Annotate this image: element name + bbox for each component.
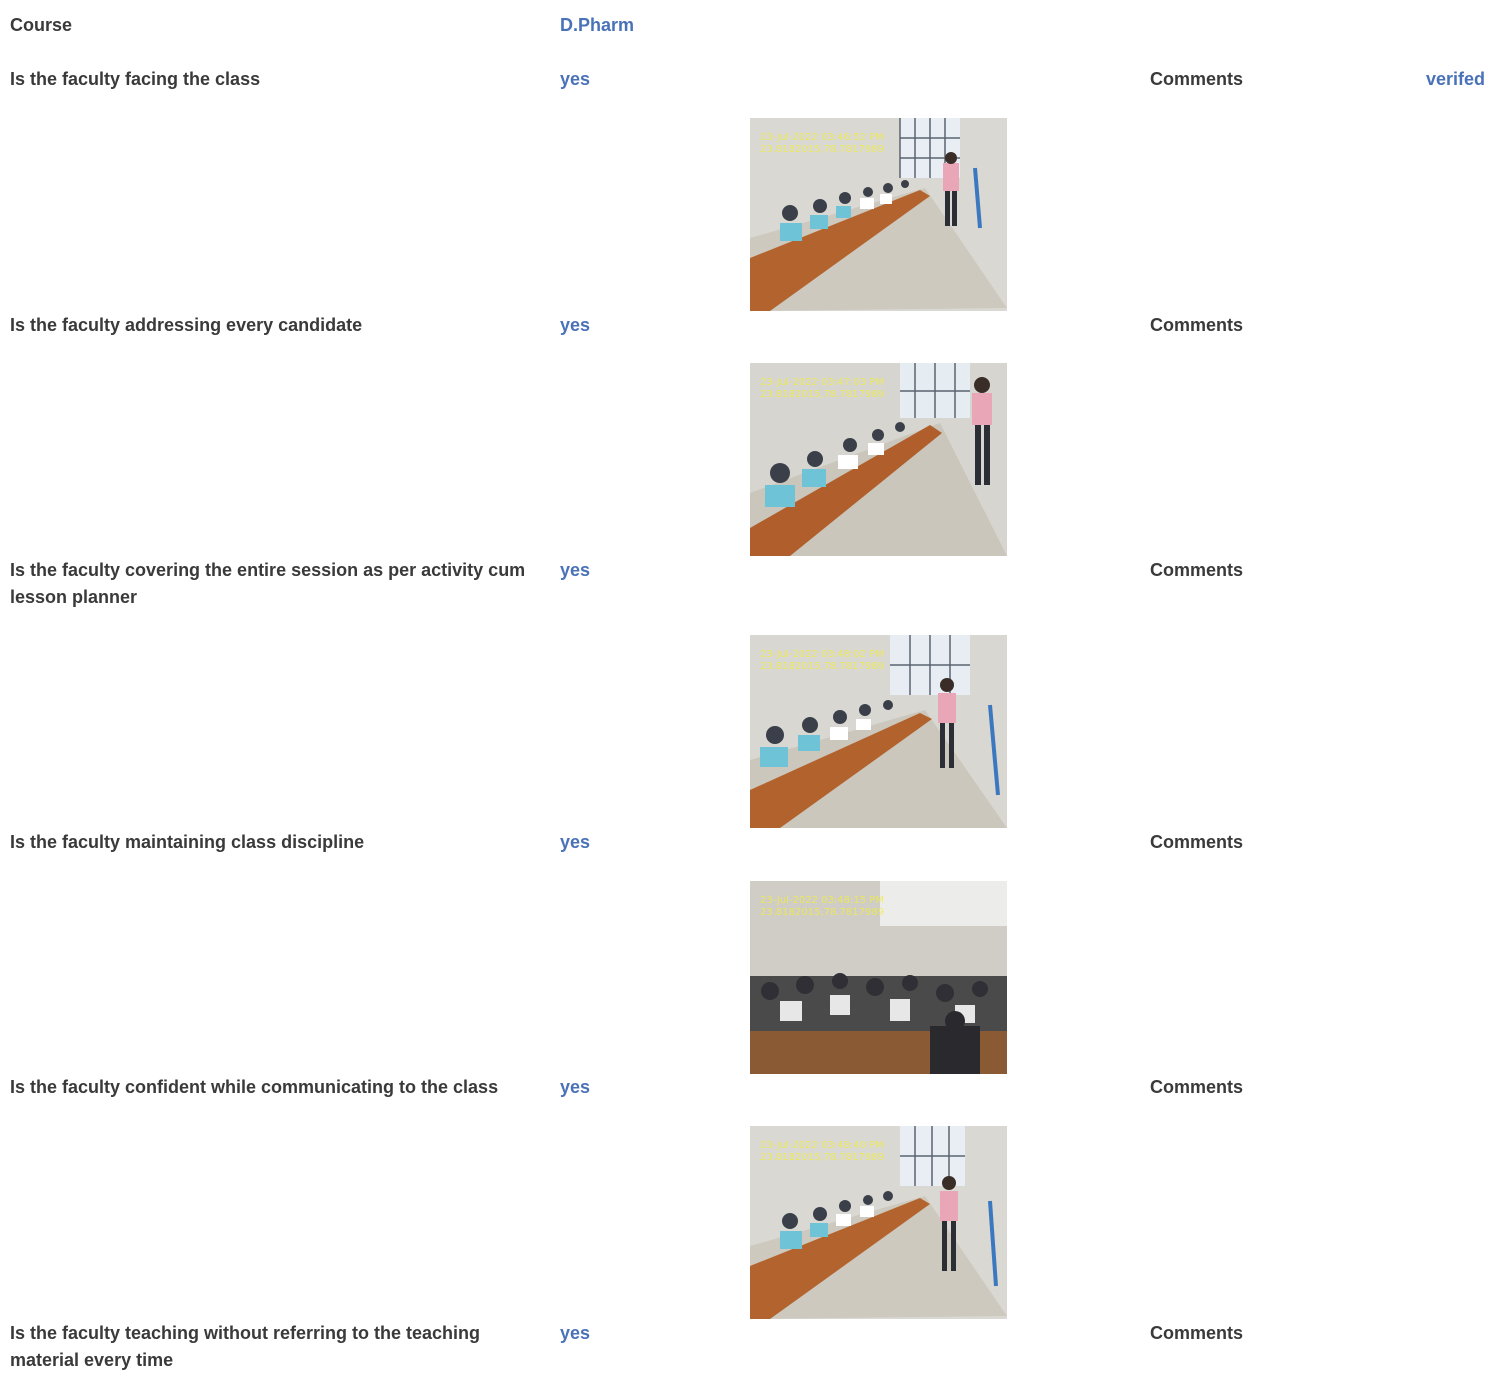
photo-timestamp-coords: 23.8182015,78.7817989 (760, 389, 885, 400)
classroom-photo[interactable]: 23-Jul-2022 03:48:15 PM 23.8182015,78.78… (750, 881, 1007, 1074)
question-label: Is the faculty addressing every candidat… (10, 315, 363, 335)
comments-label: Comments (1150, 315, 1244, 335)
photo-timestamp: 23-Jul-2022 03:48:02 PM 23.8182015,78.78… (760, 649, 884, 673)
classroom-photo[interactable]: 23-Jul-2022 03:48:40 PM 23.8182015,78.78… (750, 1126, 1007, 1319)
photo-timestamp: 23-Jul-2022 03:48:15 PM 23.8182015,78.78… (760, 895, 884, 919)
answer-value: yes (560, 315, 591, 335)
comments-label: Comments (1150, 69, 1244, 89)
comments-label: Comments (1150, 832, 1244, 852)
question-label: Is the faculty covering the entire sessi… (10, 560, 526, 607)
answer-value: yes (560, 560, 591, 580)
photo-timestamp: 23-Jul-2022 03:48:40 PM 23.8182015,78.78… (760, 1140, 884, 1164)
classroom-photo[interactable]: 23-Jul-2022 03:46:52 PM 23.8182015,78.78… (750, 118, 1007, 311)
question-label: Is the faculty facing the class (10, 69, 261, 89)
photo-timestamp-coords: 23.8182015,78.7817989 (760, 907, 885, 918)
course-label: Course (10, 15, 73, 35)
photo-timestamp-date: 23-Jul-2022 03:48:15 PM (760, 895, 884, 906)
photo-timestamp: 23-Jul-2022 03:46:52 PM 23.8182015,78.78… (760, 132, 884, 156)
answer-value: yes (560, 832, 591, 852)
photo-timestamp-date: 23-Jul-2022 03:47:03 PM (760, 377, 884, 388)
answer-value: yes (560, 1323, 591, 1343)
question-label: Is the faculty confident while communica… (10, 1077, 499, 1097)
comments-label: Comments (1150, 1323, 1244, 1343)
classroom-photo[interactable]: 23-Jul-2022 03:47:03 PM 23.8182015,78.78… (750, 363, 1007, 556)
comments-label: Comments (1150, 1077, 1244, 1097)
answer-value: yes (560, 1077, 591, 1097)
photo-timestamp-coords: 23.8182015,78.7817989 (760, 144, 885, 155)
status-badge: verifed (1425, 69, 1485, 89)
photo-timestamp-coords: 23.8182015,78.7817989 (760, 661, 885, 672)
photo-timestamp-date: 23-Jul-2022 03:48:40 PM (760, 1140, 884, 1151)
course-value: D.Pharm (560, 15, 635, 35)
question-label: Is the faculty teaching without referrin… (10, 1323, 481, 1370)
photo-timestamp-coords: 23.8182015,78.7817989 (760, 1152, 885, 1163)
classroom-photo[interactable]: 23-Jul-2022 03:48:02 PM 23.8182015,78.78… (750, 635, 1007, 828)
comments-label: Comments (1150, 560, 1244, 580)
photo-timestamp: 23-Jul-2022 03:47:03 PM 23.8182015,78.78… (760, 377, 884, 401)
photo-timestamp-date: 23-Jul-2022 03:46:52 PM (760, 132, 884, 143)
answer-value: yes (560, 69, 591, 89)
photo-timestamp-date: 23-Jul-2022 03:48:02 PM (760, 649, 884, 660)
question-label: Is the faculty maintaining class discipl… (10, 832, 365, 852)
